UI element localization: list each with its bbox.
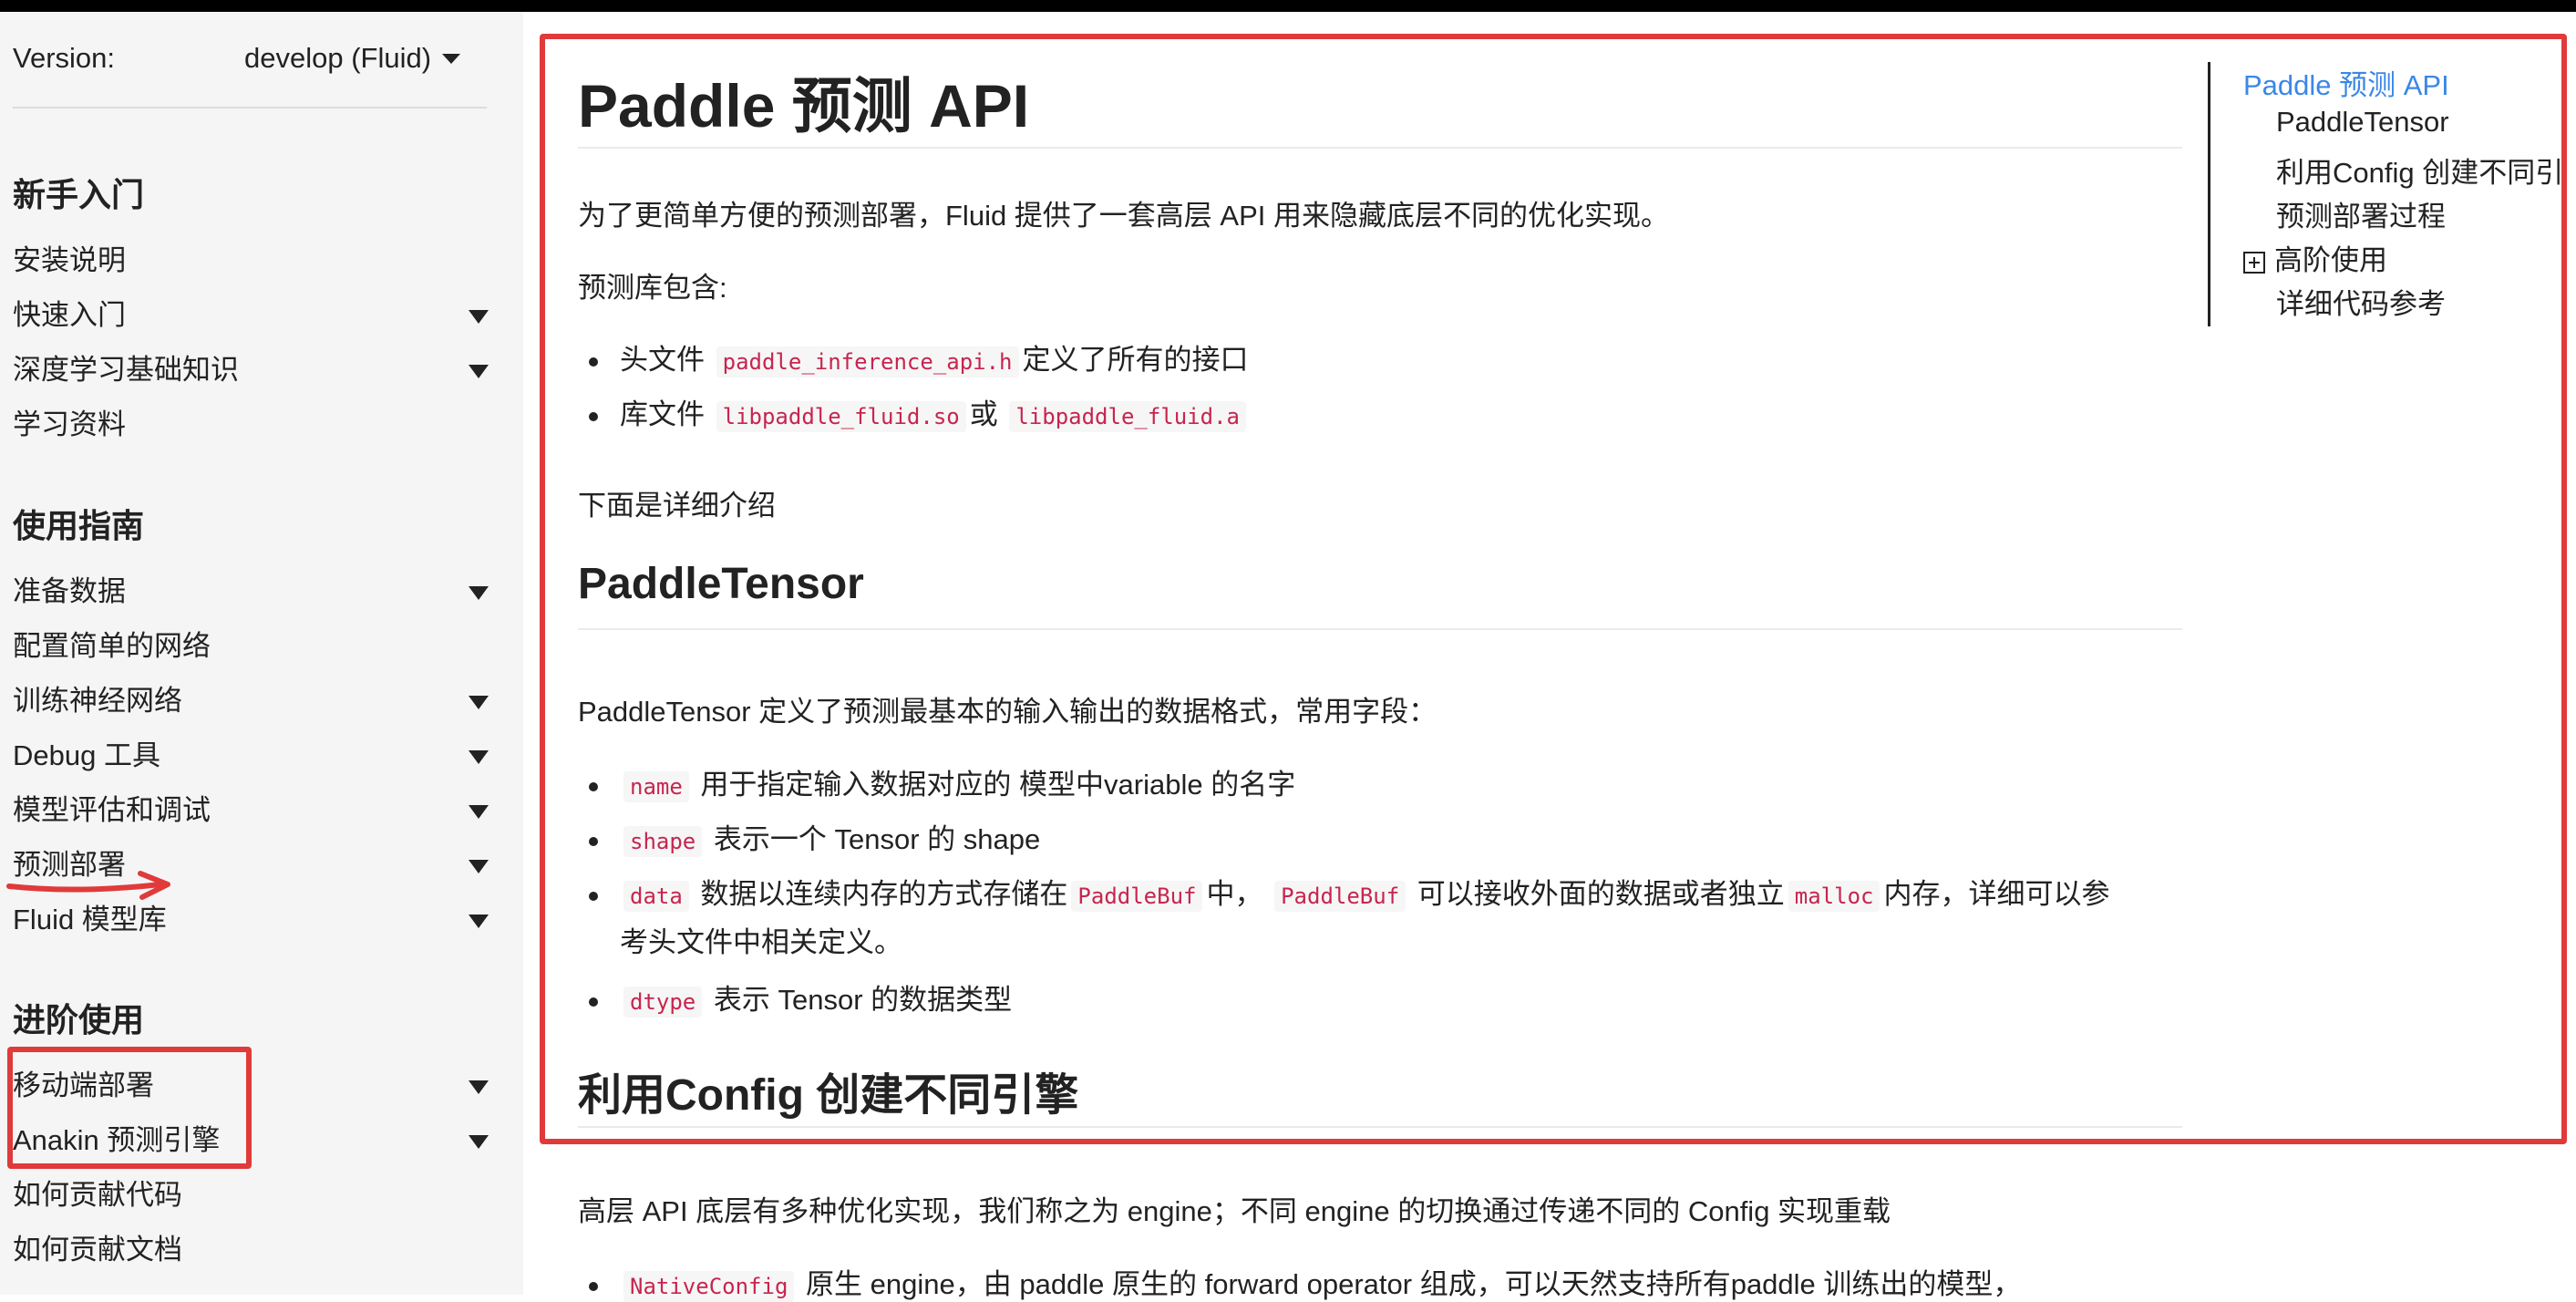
sidebar-item-label: 模型评估和调试 — [13, 794, 211, 826]
bullet-icon — [589, 836, 598, 846]
sidebar-item-train-network[interactable]: 训练神经网络 — [13, 674, 496, 728]
sidebar-item-quickstart[interactable]: 快速入门 — [13, 288, 496, 343]
sidebar-item-model-zoo[interactable]: Fluid 模型库 — [13, 893, 496, 947]
triangle-down-icon[interactable] — [469, 914, 489, 928]
version-value: develop (Fluid) — [244, 42, 432, 74]
inline-code: libpaddle_fluid.a — [1009, 401, 1246, 432]
list-item: name 用于指定输入数据对应的 模型中variable 的名字 — [578, 761, 1295, 802]
sidebar-item-configure-network[interactable]: 配置简单的网络 — [13, 619, 496, 674]
triangle-down-icon[interactable] — [469, 696, 489, 709]
sidebar-item-dl-basics[interactable]: 深度学习基础知识 — [13, 343, 496, 398]
toc-item-config-engines[interactable]: 利用Config 创建不同引 — [2276, 150, 2563, 191]
window-top-bar — [0, 0, 2576, 12]
config-intro: 高层 API 底层有多种优化实现，我们称之为 engine；不同 engine … — [578, 1195, 1891, 1227]
sidebar-item-label: 如何贡献代码 — [13, 1179, 182, 1211]
sidebar-section-user-guide: 使用指南 准备数据 配置简单的网络 训练神经网络 Debug 工具 模型评估和调… — [13, 499, 496, 947]
sidebar-item-label: 学习资料 — [13, 408, 126, 440]
sidebar-item-label: 移动端部署 — [13, 1070, 154, 1101]
inline-code: paddle_inference_api.h — [716, 346, 1019, 377]
intro-paragraph: 为了更简单方便的预测部署，Fluid 提供了一套高层 API 用来隐藏底层不同的… — [578, 200, 1669, 232]
sidebar-item-contribute-docs[interactable]: 如何贡献文档 — [13, 1223, 496, 1277]
caret-down-icon — [442, 53, 461, 64]
bullet-icon — [589, 1281, 598, 1291]
list-item: 头文件 paddle_inference_api.h 定义了所有的接口 — [578, 336, 1249, 377]
version-dropdown[interactable]: develop (Fluid) — [244, 42, 461, 75]
triangle-down-icon[interactable] — [469, 750, 489, 764]
sidebar-section-advanced: 进阶使用 移动端部署 Anakin 预测引擎 如何贡献代码 如何贡献文档 — [13, 993, 496, 1277]
list-item: shape 表示一个 Tensor 的 shape — [578, 816, 1040, 857]
sidebar-item-label: 如何贡献文档 — [13, 1234, 182, 1266]
sidebar-item-anakin[interactable]: Anakin 预测引擎 — [13, 1113, 496, 1168]
bullet-icon — [589, 997, 598, 1007]
toc-item-paddletensor[interactable]: PaddleTensor — [2276, 106, 2449, 139]
inline-code: PaddleBuf — [1274, 881, 1406, 912]
table-of-contents: Paddle 预测 API PaddleTensor 利用Config 创建不同… — [2208, 62, 2576, 326]
bullet-icon — [589, 891, 598, 901]
sidebar-item-label: Fluid 模型库 — [13, 904, 167, 935]
triangle-down-icon[interactable] — [469, 310, 489, 324]
triangle-down-icon[interactable] — [469, 1135, 489, 1149]
list-item: data 数据以连续内存的方式存储在 PaddleBuf 中， PaddleBuf … — [578, 871, 2109, 960]
inline-code: NativeConfig — [623, 1271, 795, 1302]
sidebar-item-prepare-data[interactable]: 准备数据 — [13, 564, 496, 619]
inline-code: name — [623, 771, 689, 802]
sidebar-section-title: 新手入门 — [13, 176, 145, 213]
expand-plus-icon[interactable] — [2243, 251, 2265, 274]
tensor-intro: PaddleTensor 定义了预测最基本的输入输出的数据格式，常用字段： — [578, 696, 1437, 728]
version-label: Version: — [13, 42, 116, 74]
sidebar-item-label: 训练神经网络 — [13, 685, 182, 717]
list-item: dtype 表示 Tensor 的数据类型 — [578, 976, 1012, 1018]
sidebar-item-label: Anakin 预测引擎 — [13, 1124, 221, 1156]
inline-code: malloc — [1788, 881, 1880, 912]
sidebar-divider — [13, 107, 487, 108]
sidebar-item-debug-tools[interactable]: Debug 工具 — [13, 728, 496, 783]
triangle-down-icon[interactable] — [469, 860, 489, 873]
heading-config: 利用Config 创建不同引擎 — [578, 1071, 1079, 1120]
triangle-down-icon[interactable] — [469, 586, 489, 600]
sidebar-item-label: 配置简单的网络 — [13, 630, 211, 662]
heading-rule — [578, 628, 2182, 630]
inline-code: data — [623, 881, 689, 912]
toc-item-code-reference[interactable]: 详细代码参考 — [2276, 281, 2446, 322]
sidebar-item-contribute-code[interactable]: 如何贡献代码 — [13, 1168, 496, 1223]
sidebar-item-install[interactable]: 安装说明 — [13, 233, 496, 288]
sidebar-item-mobile-deploy[interactable]: 移动端部署 — [13, 1059, 496, 1113]
page-title: Paddle 预测 API — [578, 72, 1030, 140]
title-rule — [578, 147, 2182, 149]
sidebar-item-label: 深度学习基础知识 — [13, 354, 239, 386]
bullet-icon — [589, 356, 598, 367]
sidebar-item-label: Debug 工具 — [13, 739, 160, 771]
library-intro: 预测库包含: — [578, 272, 727, 304]
sidebar-section-title: 使用指南 — [13, 507, 145, 544]
sidebar-item-model-eval[interactable]: 模型评估和调试 — [13, 783, 496, 838]
inline-code: PaddleBuf — [1071, 881, 1203, 912]
bullet-icon — [589, 411, 598, 421]
heading-rule — [578, 1126, 2182, 1128]
triangle-down-icon[interactable] — [469, 365, 489, 378]
list-item: NativeConfig 原生 engine，由 paddle 原生的 forw… — [578, 1261, 2021, 1302]
inline-code: dtype — [623, 987, 703, 1018]
sidebar-item-label: 准备数据 — [13, 575, 126, 607]
triangle-down-icon[interactable] — [469, 1080, 489, 1094]
toc-item-paddle-api[interactable]: Paddle 预测 API — [2243, 62, 2449, 103]
inline-code: shape — [623, 826, 703, 857]
toc-item-deploy-process[interactable]: 预测部署过程 — [2276, 193, 2446, 234]
sidebar-item-label: 快速入门 — [13, 299, 126, 331]
sidebar-item-label: 安装说明 — [13, 244, 126, 276]
sidebar-section-getting-started: 新手入门 安装说明 快速入门 深度学习基础知识 学习资料 — [13, 168, 496, 452]
detail-intro: 下面是详细介绍 — [578, 490, 776, 522]
triangle-down-icon[interactable] — [469, 805, 489, 819]
bullet-icon — [589, 781, 598, 791]
inline-code: libpaddle_fluid.so — [716, 401, 966, 432]
heading-paddletensor: PaddleTensor — [578, 560, 864, 608]
version-selector[interactable]: Version: develop (Fluid) — [13, 31, 487, 86]
toc-item-advanced[interactable]: 高阶使用 — [2243, 237, 2387, 278]
sidebar-item-inference-deploy[interactable]: 预测部署 — [13, 838, 496, 893]
sidebar-item-learning-materials[interactable]: 学习资料 — [13, 398, 496, 452]
sidebar-section-title: 进阶使用 — [13, 1001, 145, 1038]
sidebar-item-label: 预测部署 — [13, 849, 126, 881]
list-item: 库文件 libpaddle_fluid.so 或 libpaddle_fluid.… — [578, 391, 1250, 432]
